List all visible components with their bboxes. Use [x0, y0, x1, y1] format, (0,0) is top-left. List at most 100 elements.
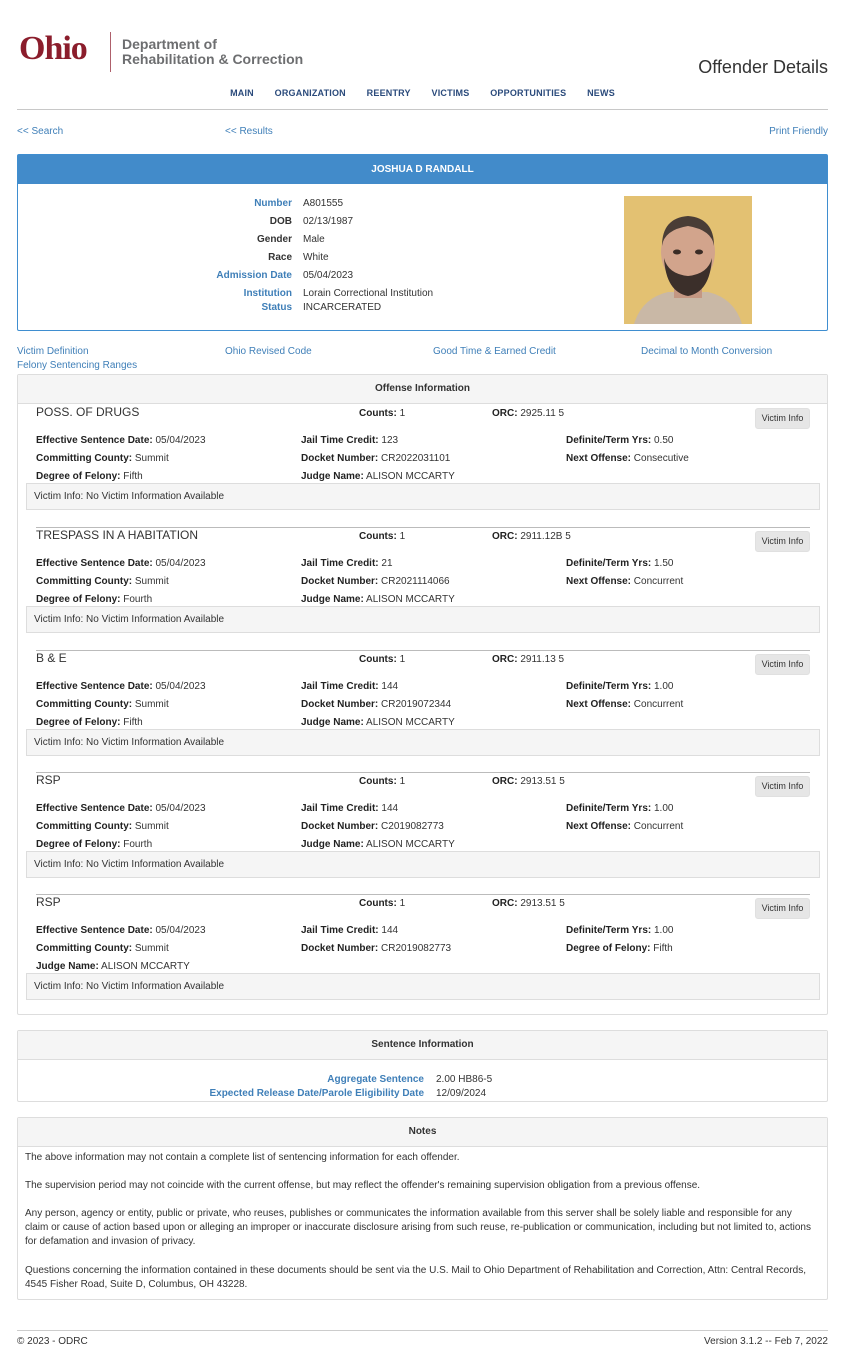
offense-field-label: Judge Name: — [301, 839, 364, 850]
victim-definition-link[interactable]: Victim Definition — [17, 346, 89, 357]
offense-field-label: Docket Number: — [301, 576, 379, 587]
offense-field-value: ALISON MCCARTY — [366, 471, 455, 482]
offense-counts: Counts: 1 — [359, 531, 405, 542]
nav-opportunities[interactable]: OPPORTUNITIES — [490, 88, 566, 98]
offense-field-label: Degree of Felony: — [36, 717, 121, 728]
page-title: Offender Details — [698, 57, 828, 77]
offense-field: Definite/Term Yrs: 1.00 — [566, 925, 673, 936]
offender-field-label: Status — [261, 302, 292, 313]
victim-info-button[interactable]: Victim Info — [755, 898, 810, 919]
offense-field-label: Judge Name: — [301, 717, 364, 728]
nav-organization[interactable]: ORGANIZATION — [275, 88, 346, 98]
offender-field-value: INCARCERATED — [303, 302, 382, 313]
offense-field-value: 05/04/2023 — [155, 681, 206, 692]
offense-field: Next Offense: Concurrent — [566, 699, 683, 710]
orc-value: 2911.13 5 — [520, 654, 565, 665]
offense-field-value: ALISON MCCARTY — [366, 839, 455, 850]
ohio-revised-code-link[interactable]: Ohio Revised Code — [225, 346, 312, 357]
decimal-conversion-link[interactable]: Decimal to Month Conversion — [641, 346, 772, 357]
note-paragraph: The supervision period may not coincide … — [25, 1180, 701, 1191]
offense-field: Docket Number: CR2022031101 — [301, 453, 450, 464]
offense-field-value: 1.50 — [654, 558, 674, 569]
counts-label: Counts: — [359, 776, 397, 787]
offense-field-label: Jail Time Credit: — [301, 435, 379, 446]
offense-field-label: Docket Number: — [301, 453, 379, 464]
offense-field-label: Committing County: — [36, 821, 133, 832]
offense-title: TRESPASS IN A HABITATION — [36, 528, 199, 542]
offense-item: TRESPASS IN A HABITATION Counts: 1 ORC: 29… — [26, 527, 820, 645]
offense-field-value: 144 — [381, 803, 399, 814]
ohio-logo[interactable]: Ohio — [19, 30, 88, 68]
offense-counts: Counts: 1 — [359, 898, 405, 909]
offense-field-label: Committing County: — [36, 943, 133, 954]
offense-orc: ORC: 2911.12B 5 — [492, 531, 571, 542]
print-friendly-link[interactable]: Print Friendly — [769, 126, 828, 137]
offender-field-label: Institution — [243, 288, 292, 299]
offender-field-label: Admission Date — [216, 270, 292, 281]
nav-reentry[interactable]: REENTRY — [367, 88, 411, 98]
offense-field-label: Effective Sentence Date: — [36, 681, 153, 692]
main-nav: MAIN ORGANIZATION REENTRY VICTIMS OPPORT… — [17, 88, 828, 99]
good-time-credit-link[interactable]: Good Time & Earned Credit — [433, 346, 556, 357]
orc-label: ORC: — [492, 408, 518, 419]
offense-field-label: Degree of Felony: — [36, 471, 121, 482]
orc-value: 2913.51 5 — [520, 898, 565, 909]
victim-info-panel: Victim Info: No Victim Information Avail… — [26, 606, 820, 633]
offense-field: Definite/Term Yrs: 1.50 — [566, 558, 673, 569]
release-date-value: 12/09/2024 — [436, 1088, 487, 1099]
offense-field-label: Jail Time Credit: — [301, 681, 379, 692]
counts-label: Counts: — [359, 408, 397, 419]
offense-section-title: Offense Information — [18, 375, 827, 404]
offense-field-label: Docket Number: — [301, 821, 379, 832]
offense-field: Judge Name: ALISON MCCARTY — [301, 839, 455, 850]
offense-field-value: 05/04/2023 — [155, 435, 206, 446]
offense-field-label: Degree of Felony: — [566, 943, 651, 954]
felony-sentencing-ranges-link[interactable]: Felony Sentencing Ranges — [17, 360, 137, 371]
offense-field-value: CR2021114066 — [381, 576, 450, 587]
victim-info-button[interactable]: Victim Info — [755, 531, 810, 552]
counts-value: 1 — [399, 654, 406, 665]
victim-info-panel: Victim Info: No Victim Information Avail… — [26, 483, 820, 510]
orc-value: 2925.11 5 — [520, 408, 565, 419]
offense-field: Jail Time Credit: 144 — [301, 803, 398, 814]
offense-counts: Counts: 1 — [359, 776, 405, 787]
offender-field-label: Number — [254, 198, 292, 209]
offense-field-label: Definite/Term Yrs: — [566, 925, 652, 936]
results-link[interactable]: << Results — [225, 126, 273, 137]
department-line-1: Department of — [122, 36, 217, 52]
search-link[interactable]: << Search — [17, 126, 63, 137]
offense-divider — [36, 772, 810, 773]
offense-field: Jail Time Credit: 144 — [301, 681, 398, 692]
offense-item: RSP Counts: 1 ORC: 2913.51 5 Victim Info Eff… — [26, 894, 820, 1012]
offense-field-value: CR2019072344 — [381, 699, 452, 710]
offense-field-value: ALISON MCCARTY — [366, 717, 455, 728]
victim-info-button[interactable]: Victim Info — [755, 654, 810, 675]
offense-field: Committing County: Summit — [36, 576, 169, 587]
offense-title: B & E — [36, 651, 67, 665]
offender-field-value: Lorain Correctional Institution — [303, 288, 434, 299]
nav-main[interactable]: MAIN — [230, 88, 254, 98]
orc-label: ORC: — [492, 654, 518, 665]
counts-value: 1 — [399, 776, 406, 787]
offense-field-value: 05/04/2023 — [155, 558, 206, 569]
victim-info-button[interactable]: Victim Info — [755, 408, 810, 429]
offense-field-value: 1.00 — [654, 925, 674, 936]
aggregate-sentence-value: 2.00 HB86-5 — [436, 1074, 493, 1085]
nav-victims[interactable]: VICTIMS — [432, 88, 470, 98]
offense-field-value: Concurrent — [633, 576, 684, 587]
offense-field-value: Fifth — [123, 717, 143, 728]
sentence-section-title: Sentence Information — [18, 1031, 827, 1060]
victim-info-button[interactable]: Victim Info — [755, 776, 810, 797]
site-footer: © 2023 - ODRC Version 3.1.2 -- Feb 7, 20… — [17, 1330, 828, 1347]
nav-news[interactable]: NEWS — [587, 88, 615, 98]
offense-field-value: Summit — [134, 699, 169, 710]
offense-field-value: Summit — [134, 821, 169, 832]
offense-field: Jail Time Credit: 21 — [301, 558, 393, 569]
offense-field-label: Effective Sentence Date: — [36, 558, 153, 569]
offense-field-label: Definite/Term Yrs: — [566, 803, 652, 814]
offense-field: Jail Time Credit: 144 — [301, 925, 398, 936]
offense-orc: ORC: 2911.13 5 — [492, 654, 564, 665]
offense-field-label: Degree of Felony: — [36, 594, 121, 605]
offense-field-label: Judge Name: — [301, 594, 364, 605]
offense-field-label: Next Offense: — [566, 821, 632, 832]
